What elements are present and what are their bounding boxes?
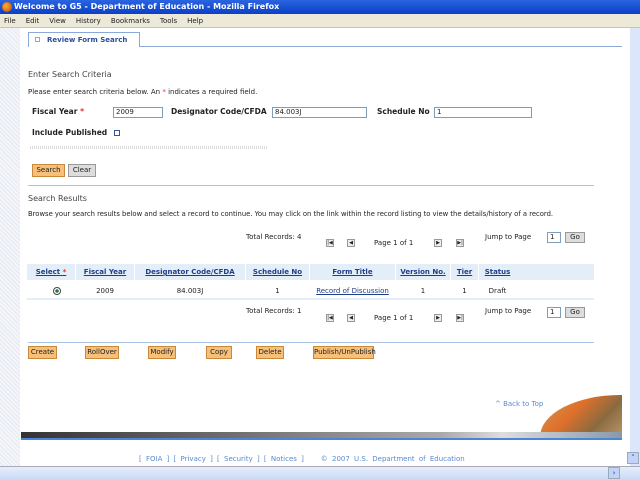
tab-review-form-search[interactable]: Review Form Search (28, 32, 140, 47)
go-button[interactable]: Go (565, 232, 585, 243)
menu-tools[interactable]: Tools (160, 17, 177, 25)
column-select-label: Select (35, 268, 61, 276)
footer-links: [ FOIA ] [ Privacy ] [ Security ] [ Noti… (139, 455, 465, 463)
create-button[interactable]: Create (28, 346, 57, 359)
row-divider (27, 298, 594, 300)
rollover-button[interactable]: RollOver (85, 346, 119, 359)
column-form-title[interactable]: Form Title (310, 264, 395, 280)
vertical-scrollbar[interactable] (630, 28, 640, 466)
include-published-checkbox[interactable] (114, 130, 120, 136)
next-page-icon[interactable]: ▶ (434, 239, 442, 247)
designator-input[interactable]: 84.003J (272, 107, 367, 118)
jump-to-page-input[interactable]: 1 (547, 232, 561, 243)
designator-label: Designator Code/CFDA (171, 107, 267, 116)
form-title-link[interactable]: Record of Discussion (310, 285, 395, 297)
scroll-right-button[interactable]: › (608, 467, 620, 479)
actions-divider (28, 342, 594, 343)
menu-bookmarks[interactable]: Bookmarks (111, 17, 150, 25)
menu-bar: File Edit View History Bookmarks Tools Help (0, 14, 640, 28)
select-radio[interactable] (53, 287, 61, 295)
cell-fiscal-year: 2009 (96, 287, 114, 295)
total-records-bottom: Total Records: 1 (246, 307, 302, 315)
clear-button[interactable]: Clear (68, 164, 96, 177)
publish-unpublish-button[interactable]: Publish/UnPublish (313, 346, 376, 359)
column-fiscal-year[interactable]: Fiscal Year (76, 264, 134, 280)
search-button[interactable]: Search (32, 164, 65, 177)
horizontal-scrollbar[interactable] (0, 466, 640, 480)
prev-page-icon[interactable]: ◀ (347, 239, 355, 247)
copyright: © 2007 U.S. Department of Education (320, 455, 465, 463)
search-instructions: Please enter search criteria below. An *… (28, 88, 257, 96)
required-star: * (80, 107, 84, 116)
header-filler (516, 264, 594, 280)
include-published-label: Include Published (32, 128, 108, 137)
last-page-icon[interactable]: ▶| (456, 314, 464, 322)
next-page-icon[interactable]: ▶ (434, 314, 442, 322)
footer-band (21, 432, 622, 440)
footer-link-privacy[interactable]: Privacy (181, 455, 206, 463)
menu-help[interactable]: Help (187, 17, 203, 25)
schedule-no-input[interactable]: 1 (434, 107, 532, 118)
window-title: Welcome to G5 - Department of Education … (14, 2, 280, 11)
firefox-icon (2, 2, 12, 12)
page-indicator-bottom: Page 1 of 1 (374, 314, 414, 322)
cell-designator: 84.003J (176, 287, 204, 295)
window-title-bar: Welcome to G5 - Department of Education … (0, 0, 640, 14)
search-results-heading: Search Results (28, 194, 87, 203)
copy-button[interactable]: Copy (206, 346, 232, 359)
footer-link-foia[interactable]: FOIA (146, 455, 162, 463)
cell-version: 1 (420, 287, 426, 295)
column-select[interactable]: Select * (27, 264, 75, 280)
required-star: * (62, 268, 67, 276)
go-button[interactable]: Go (565, 307, 585, 318)
page-indicator-top: Page 1 of 1 (374, 239, 414, 247)
column-tier[interactable]: Tier (451, 264, 478, 280)
cell-status: Draft (488, 287, 507, 295)
schedule-no-label: Schedule No (377, 107, 430, 116)
prev-page-icon[interactable]: ◀ (347, 314, 355, 322)
instructions-text: Please enter search criteria below. An (28, 88, 163, 96)
menu-file[interactable]: File (4, 17, 16, 25)
modify-button[interactable]: Modify (148, 346, 176, 359)
page-gutter (0, 28, 20, 466)
column-schedule-no[interactable]: Schedule No (246, 264, 309, 280)
column-status[interactable]: Status (479, 264, 516, 280)
instructions-text-end: indicates a required field. (165, 88, 258, 96)
menu-history[interactable]: History (76, 17, 101, 25)
jump-to-page-input[interactable]: 1 (547, 307, 561, 318)
column-version-no[interactable]: Version No. (396, 264, 450, 280)
section-divider (28, 185, 594, 186)
dotted-divider (30, 146, 267, 149)
footer-link-notices[interactable]: Notices (271, 455, 297, 463)
first-page-icon[interactable]: |◀ (326, 239, 334, 247)
search-criteria-heading: Enter Search Criteria (28, 70, 112, 79)
footer-link-security[interactable]: Security (224, 455, 253, 463)
jump-to-page-label: Jump to Page (485, 233, 532, 241)
cell-schedule-no: 1 (275, 287, 280, 295)
total-records-top: Total Records: 4 (246, 233, 302, 241)
menu-edit[interactable]: Edit (26, 17, 40, 25)
tab-square-icon (35, 37, 40, 42)
tab-label: Review Form Search (47, 36, 128, 44)
menu-view[interactable]: View (49, 17, 66, 25)
fiscal-year-label: Fiscal Year * (32, 107, 84, 116)
column-designator[interactable]: Designator Code/CFDA (135, 264, 245, 280)
delete-button[interactable]: Delete (256, 346, 284, 359)
results-instructions: Browse your search results below and sel… (28, 210, 554, 218)
jump-to-page-label: Jump to Page (485, 307, 532, 315)
back-to-top-link[interactable]: ^ Back to Top (495, 400, 543, 408)
fiscal-year-input[interactable]: 2009 (113, 107, 163, 118)
fiscal-year-label-text: Fiscal Year (32, 107, 78, 116)
first-page-icon[interactable]: |◀ (326, 314, 334, 322)
cell-tier: 1 (462, 287, 467, 295)
scroll-down-button[interactable]: ˅ (627, 452, 639, 464)
last-page-icon[interactable]: ▶| (456, 239, 464, 247)
